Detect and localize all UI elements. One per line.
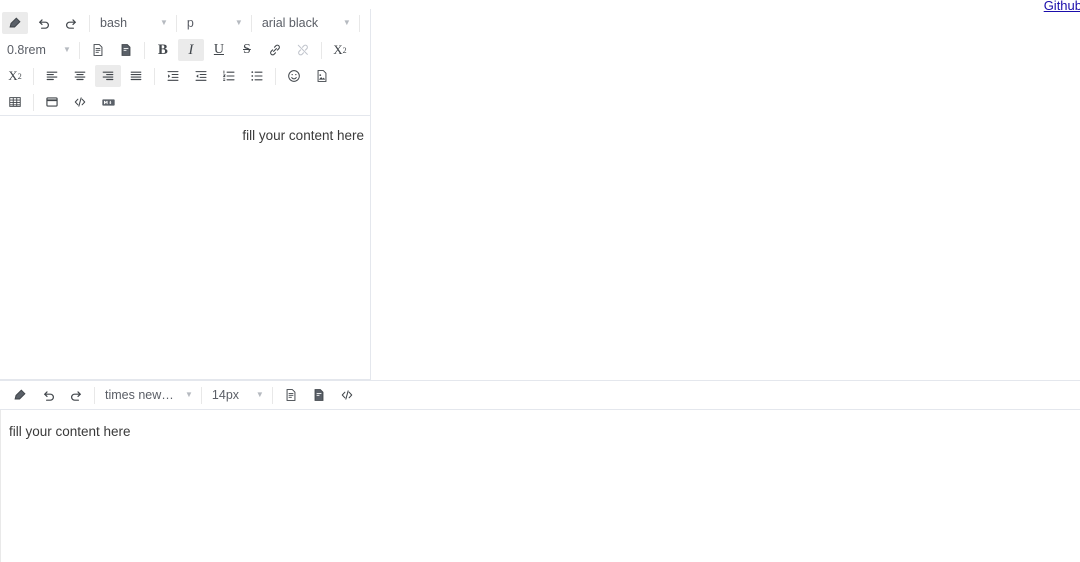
editor-primary: bash ▼ p ▼ arial black ▼ 0.8rem ▼ B I U … bbox=[0, 9, 371, 380]
emoji-icon[interactable] bbox=[281, 65, 307, 87]
editor-primary-toolbar: bash ▼ p ▼ arial black ▼ 0.8rem ▼ B I U … bbox=[0, 9, 370, 116]
unlink-icon[interactable] bbox=[290, 39, 316, 61]
fullscreen-icon[interactable] bbox=[39, 91, 65, 113]
toolbar-divider bbox=[250, 14, 252, 32]
toolbar-divider bbox=[275, 67, 276, 85]
font-size-select[interactable]: 0.8rem ▼ bbox=[1, 39, 75, 61]
markdown-icon[interactable] bbox=[95, 91, 121, 113]
toolbar-divider bbox=[89, 14, 90, 32]
toolbar-divider bbox=[33, 67, 34, 85]
font-size-select[interactable]: 14px ▼ bbox=[206, 384, 268, 406]
strikethrough-button[interactable]: S bbox=[234, 39, 260, 61]
toolbar-row-1: bash ▼ p ▼ arial black ▼ bbox=[0, 9, 370, 37]
toolbar-divider bbox=[33, 93, 34, 111]
insert-image-icon[interactable] bbox=[309, 65, 335, 87]
toolbar-row-3: X2 bbox=[0, 63, 370, 89]
bold-button[interactable]: B bbox=[150, 39, 176, 61]
toolbar-divider bbox=[154, 67, 155, 85]
toolbar-divider bbox=[271, 386, 273, 404]
link-icon[interactable] bbox=[262, 39, 288, 61]
eraser-icon[interactable] bbox=[2, 12, 28, 34]
app-root: Github bash ▼ p ▼ arial black ▼ 0.8rem ▼… bbox=[0, 0, 1080, 562]
align-center-icon[interactable] bbox=[67, 65, 93, 87]
toolbar-divider bbox=[200, 386, 202, 404]
background-color-icon[interactable] bbox=[113, 39, 139, 61]
toolbar-divider bbox=[175, 14, 177, 32]
paragraph-format-select[interactable]: p ▼ bbox=[181, 12, 247, 34]
chevron-down-icon: ▼ bbox=[160, 18, 168, 27]
editor-primary-content[interactable]: fill your content here bbox=[0, 116, 370, 379]
font-family-select[interactable]: arial black ▼ bbox=[256, 12, 355, 34]
github-link[interactable]: Github bbox=[1044, 0, 1080, 14]
outdent-icon[interactable] bbox=[188, 65, 214, 87]
language-select[interactable]: bash ▼ bbox=[94, 12, 172, 34]
editor-secondary: times new r... ▼ 14px ▼ fill your conten… bbox=[0, 380, 1080, 562]
chevron-down-icon: ▼ bbox=[342, 18, 351, 27]
toolbar-divider bbox=[78, 41, 80, 59]
toolbar-row-2: 0.8rem ▼ B I U S X 2 bbox=[0, 37, 370, 63]
italic-button[interactable]: I bbox=[177, 39, 204, 61]
align-left-icon[interactable] bbox=[39, 65, 65, 87]
chevron-down-icon: ▼ bbox=[185, 390, 193, 399]
toolbar-divider bbox=[143, 41, 145, 59]
chevron-down-icon: ▼ bbox=[234, 18, 243, 27]
source-code-icon[interactable] bbox=[67, 91, 93, 113]
unordered-list-icon[interactable] bbox=[244, 65, 270, 87]
source-code-icon[interactable] bbox=[334, 384, 360, 406]
toolbar-divider bbox=[358, 14, 360, 32]
chevron-down-icon: ▼ bbox=[63, 45, 71, 54]
editor-secondary-toolbar: times new r... ▼ 14px ▼ bbox=[0, 380, 1080, 410]
undo-icon[interactable] bbox=[35, 384, 61, 406]
background-color-icon[interactable] bbox=[306, 384, 332, 406]
redo-icon[interactable] bbox=[63, 384, 89, 406]
text-color-icon[interactable] bbox=[85, 39, 111, 61]
subscript-button[interactable]: X2 bbox=[327, 39, 353, 61]
align-justify-icon[interactable] bbox=[123, 65, 149, 87]
text-color-icon[interactable] bbox=[278, 384, 304, 406]
ordered-list-icon[interactable] bbox=[216, 65, 242, 87]
table-icon[interactable] bbox=[2, 91, 28, 113]
font-family-select[interactable]: times new r... ▼ bbox=[99, 384, 197, 406]
toolbar-row-4 bbox=[0, 89, 370, 115]
underline-button[interactable]: U bbox=[206, 39, 232, 61]
toolbar-divider bbox=[320, 41, 322, 59]
toolbar-divider bbox=[94, 386, 95, 404]
chevron-down-icon: ▼ bbox=[255, 390, 264, 399]
eraser-icon[interactable] bbox=[7, 384, 33, 406]
editor-secondary-content[interactable]: fill your content here bbox=[0, 410, 1080, 562]
redo-icon[interactable] bbox=[58, 12, 84, 34]
superscript-button[interactable]: X2 bbox=[2, 65, 28, 87]
align-right-icon[interactable] bbox=[95, 65, 121, 87]
indent-icon[interactable] bbox=[160, 65, 186, 87]
toolbar-row-secondary: times new r... ▼ 14px ▼ bbox=[0, 382, 361, 408]
undo-icon[interactable] bbox=[30, 12, 56, 34]
